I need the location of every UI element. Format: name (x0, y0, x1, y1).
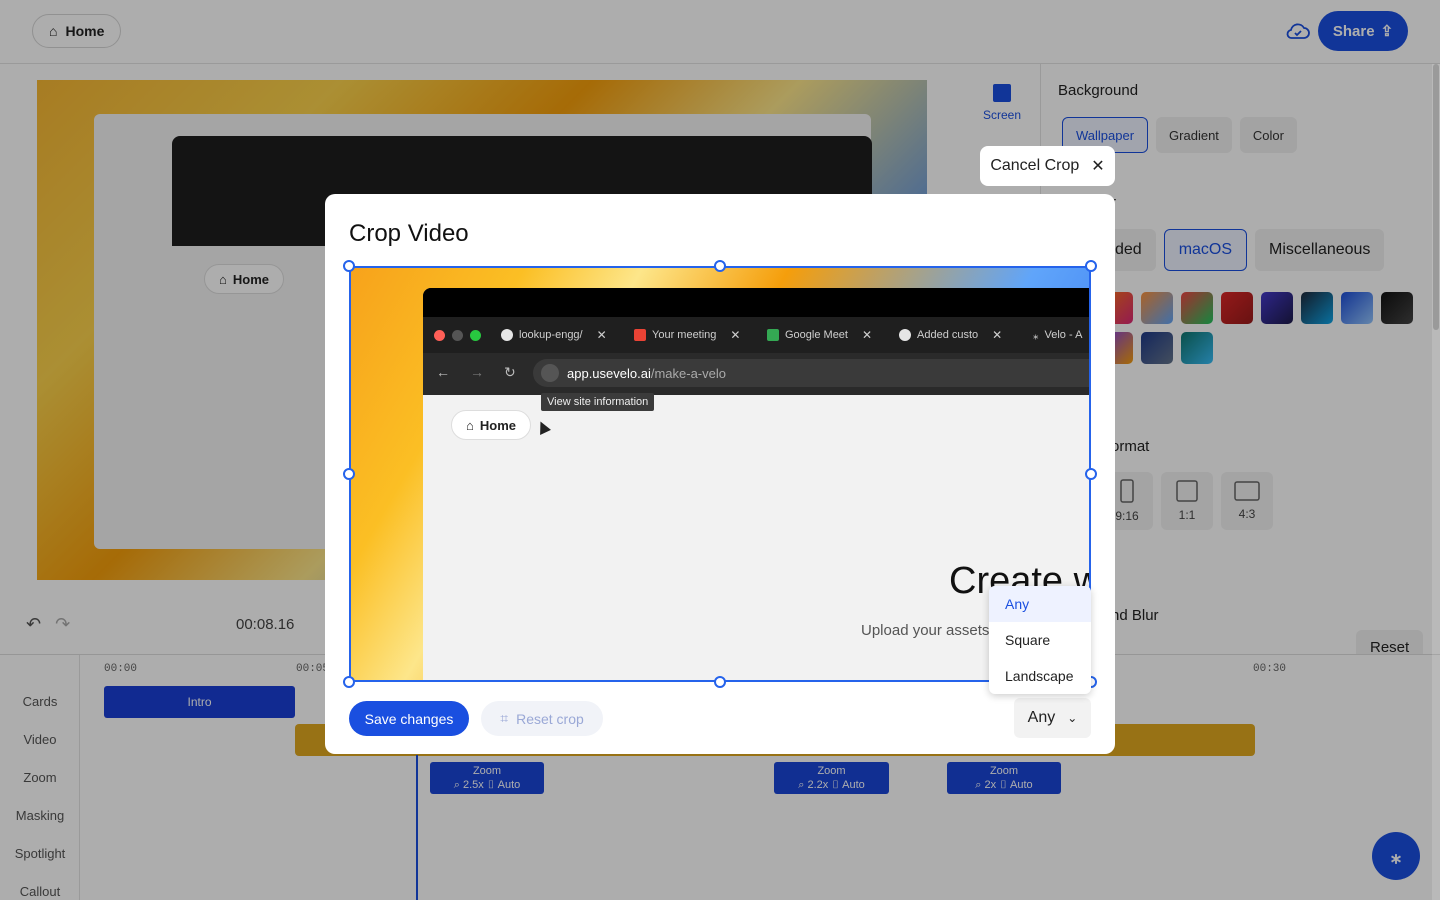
browser-tab-title: lookup-engg/ (519, 329, 583, 341)
browser-tab: Google Meet ✕ (767, 326, 872, 344)
ratio-option-any[interactable]: Any (989, 586, 1091, 622)
mouse-cursor-icon (535, 419, 551, 435)
browser-tab: Added custo ✕ (899, 326, 1002, 344)
close-icon: ✕ (730, 328, 741, 342)
ratio-option-landscape[interactable]: Landscape (989, 658, 1091, 694)
window-close-dot (434, 330, 445, 341)
aspect-ratio-dropdown: Any Square Landscape (989, 586, 1091, 694)
panel-scrollbar[interactable] (1432, 64, 1440, 900)
google-meet-icon (767, 329, 779, 341)
crop-icon: ⌗ (500, 710, 509, 726)
window-zoom-dot (470, 330, 481, 341)
site-info-icon (541, 364, 559, 382)
aspect-ratio-value: Any (1027, 709, 1056, 726)
ratio-option-square[interactable]: Square (989, 622, 1091, 658)
browser-tab: lookup-engg/ ✕ (501, 326, 607, 344)
crop-handle-top-left[interactable] (343, 260, 355, 272)
browser-tab-title: Your meeting (652, 329, 717, 341)
chevron-down-icon: ⌄ (1067, 711, 1078, 725)
site-info-tooltip: View site information (541, 393, 655, 411)
home-icon: ⌂ (466, 417, 474, 433)
url-path: /make-a-velo (650, 365, 726, 381)
scrollbar-thumb[interactable] (1433, 64, 1439, 330)
close-icon: ✕ (861, 328, 873, 342)
window-minimize-dot (452, 330, 463, 341)
browser-tab-title: Added custo (917, 329, 979, 341)
crop-handle-right[interactable] (1085, 468, 1097, 480)
close-icon: ✕ (992, 328, 1003, 342)
crop-handle-bottom-left[interactable] (343, 676, 355, 688)
recorded-home-pill: ⌂ Home (451, 410, 531, 440)
gmail-icon (634, 329, 646, 341)
browser-tab: Your meeting ✕ (634, 326, 740, 344)
crop-handle-left[interactable] (343, 468, 355, 480)
save-changes-button[interactable]: Save changes (349, 701, 469, 736)
back-icon: ← (436, 364, 450, 380)
url-host: app.usevelo.ai (567, 365, 651, 381)
crop-handle-top[interactable] (714, 260, 726, 272)
browser-nav-buttons: ← → ↻ (436, 364, 516, 381)
browser-tab-title: Velo - A (1044, 329, 1083, 341)
reset-crop-button[interactable]: ⌗ Reset crop (481, 701, 603, 736)
browser-tab: ⁎ Velo - A (1033, 326, 1082, 344)
crop-preview: lookup-engg/ ✕ Your meeting ✕ Google Meet ✕… (349, 266, 1091, 682)
close-icon: ✕ (1091, 158, 1105, 175)
crop-handle-bottom[interactable] (714, 676, 726, 688)
address-bar: app.usevelo.ai/make-a-velo (533, 359, 1091, 387)
github-icon (501, 329, 513, 341)
cancel-crop-label: Cancel Crop (990, 157, 1080, 174)
forward-icon: → (470, 364, 484, 380)
crop-handle-top-right[interactable] (1085, 260, 1097, 272)
close-icon: ✕ (596, 328, 607, 342)
velo-logo-icon: ⁎ (1033, 329, 1039, 342)
aspect-ratio-select[interactable]: Any ⌄ (1014, 698, 1091, 738)
reset-crop-label: Reset crop (516, 710, 584, 727)
browser-tab-title: Google Meet (785, 329, 848, 341)
recorded-subtext: Upload your assets (861, 622, 990, 639)
cancel-crop-button[interactable]: Cancel Crop ✕ (980, 146, 1115, 186)
modal-title: Crop Video (349, 220, 469, 247)
github-icon (899, 329, 911, 341)
recorded-home-label: Home (479, 417, 516, 433)
reload-icon: ↻ (504, 364, 516, 380)
